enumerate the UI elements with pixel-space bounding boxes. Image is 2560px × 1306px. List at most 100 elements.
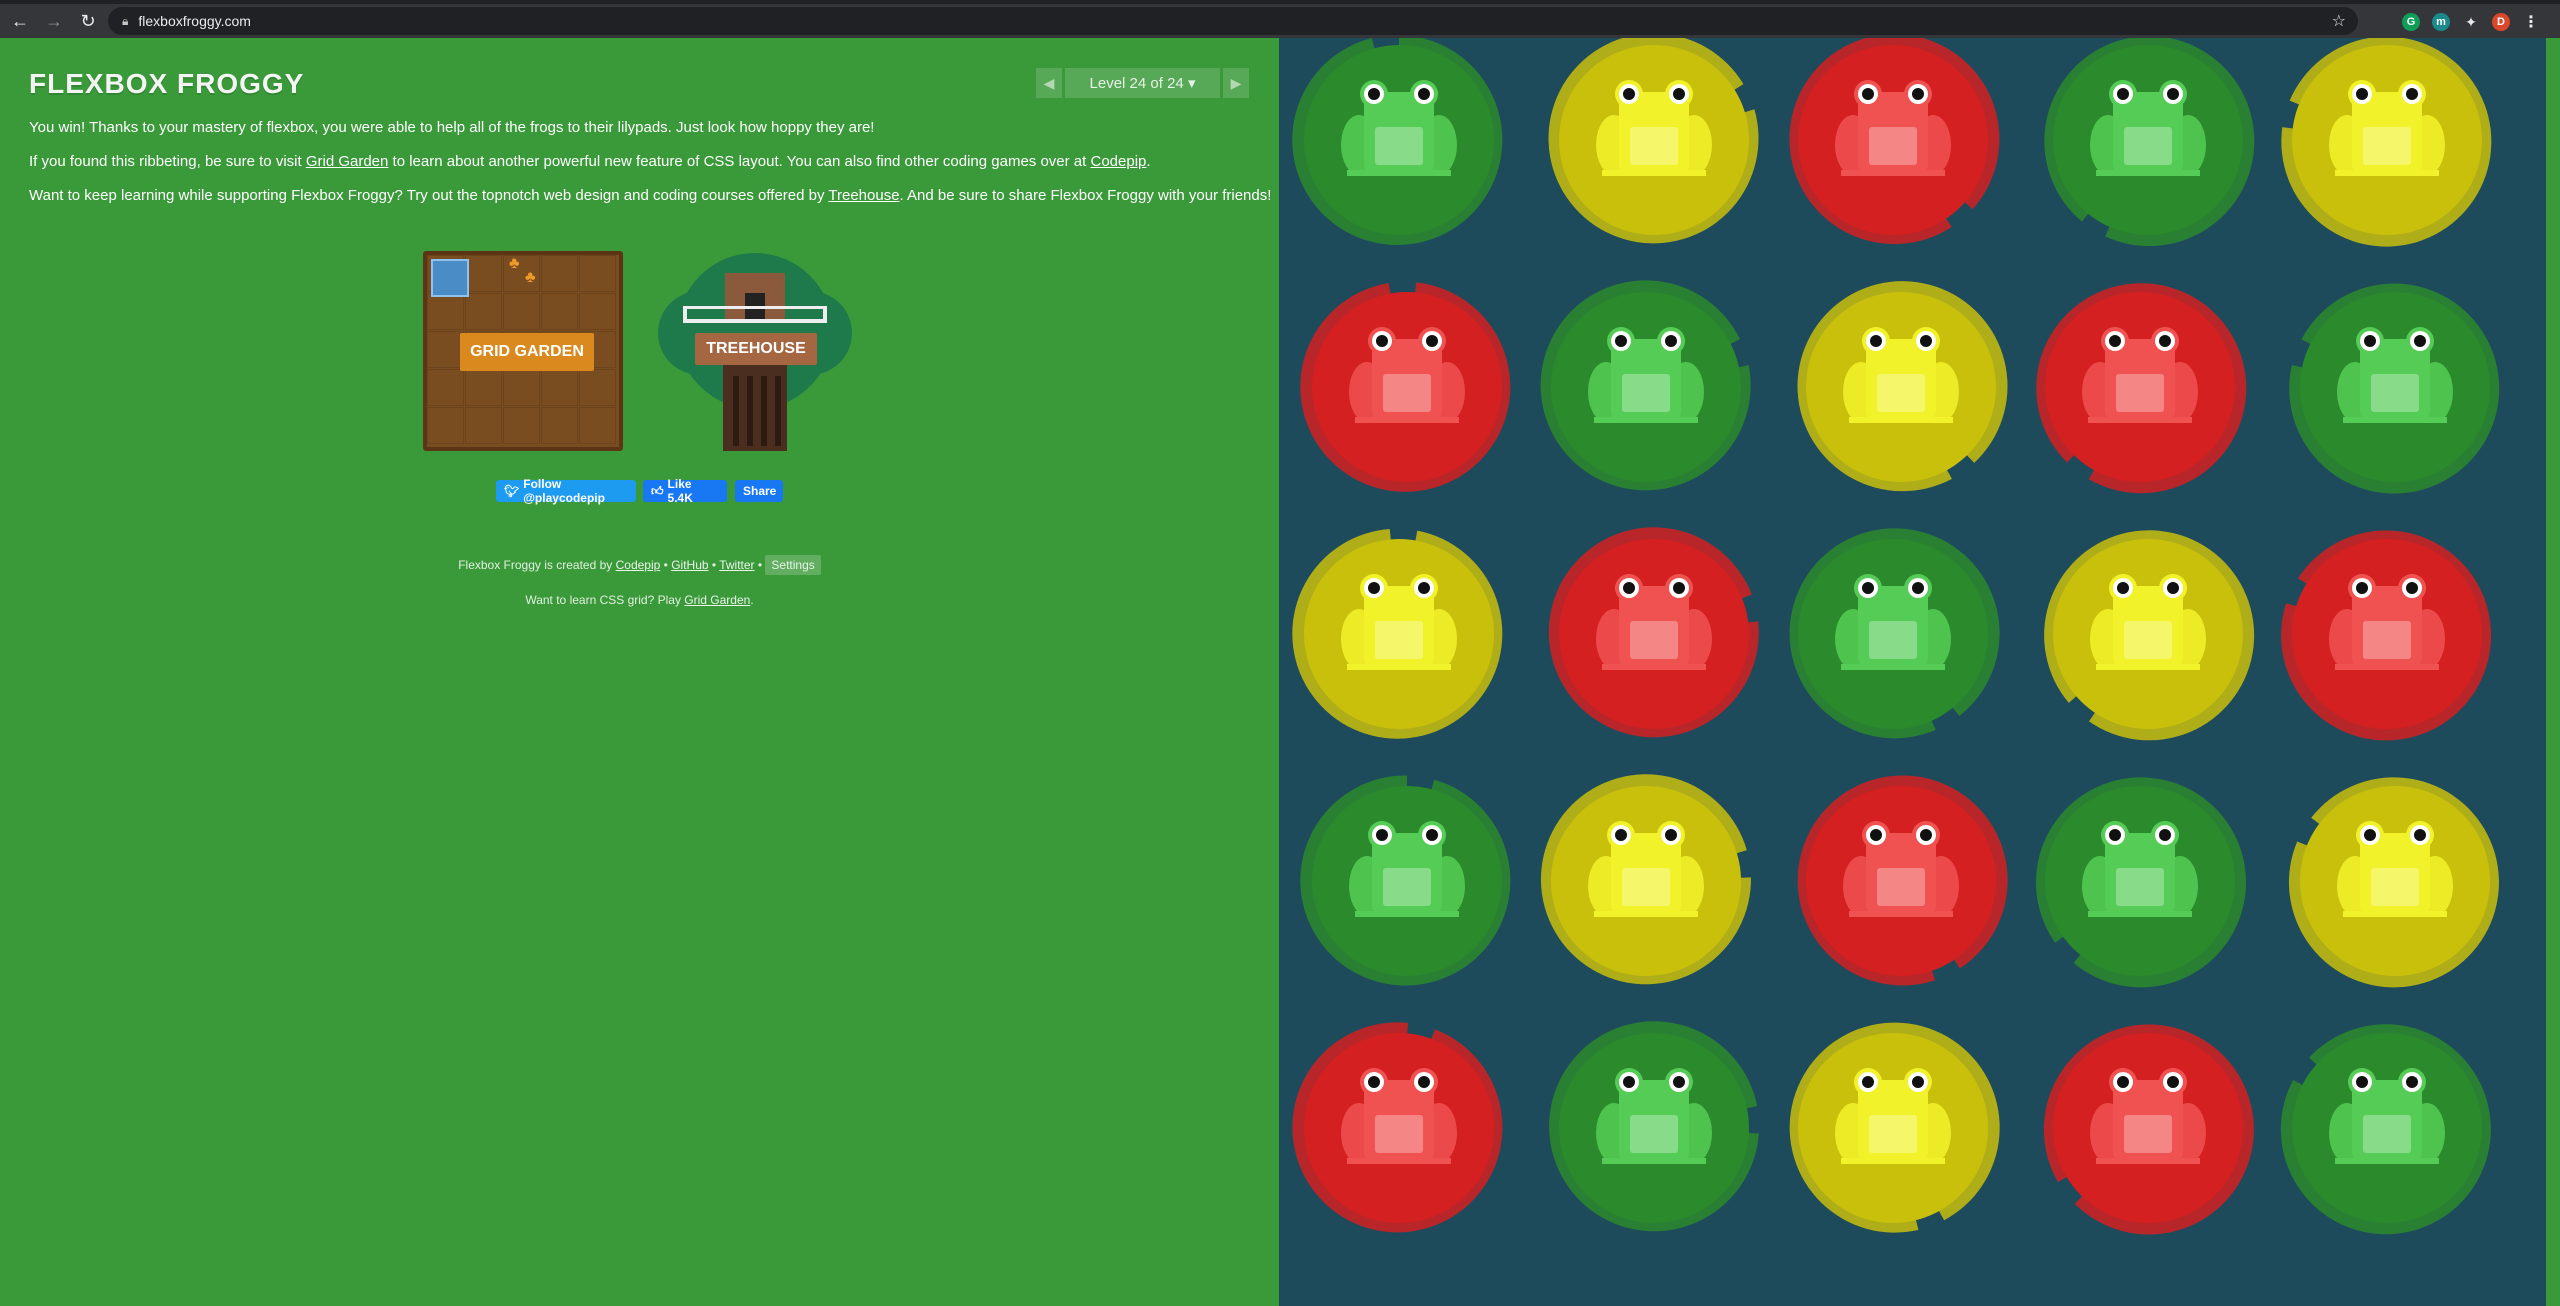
forward-icon[interactable]: → xyxy=(40,7,68,35)
garden-cell xyxy=(579,293,616,330)
garden-cell xyxy=(503,407,540,444)
grid-garden-play-link[interactable]: Grid Garden xyxy=(684,593,750,607)
browser-toolbar: ← → ↻ 🔒︎ flexboxfroggy.com ☆ G m ✦ D ⋮ xyxy=(0,4,2560,38)
grammarly-extension-icon[interactable]: G xyxy=(2402,13,2420,31)
extension-m-icon[interactable]: m xyxy=(2432,13,2450,31)
grid-garden-link[interactable]: Grid Garden xyxy=(306,153,389,170)
carrot-icon: ♣ xyxy=(525,269,536,286)
frog-green xyxy=(2082,821,2198,917)
address-bar[interactable]: 🔒︎ flexboxfroggy.com ☆ xyxy=(108,7,2358,35)
garden-cell xyxy=(427,331,464,368)
reload-icon[interactable]: ↻ xyxy=(74,7,102,35)
frog-yellow xyxy=(2329,80,2445,176)
scrollbar[interactable] xyxy=(2546,38,2560,1306)
like-label: Like 5.4K xyxy=(667,477,693,505)
lock-icon: 🔒︎ xyxy=(122,13,129,28)
grid-garden-paragraph: If you found this ribbeting, be sure to … xyxy=(29,152,1151,172)
twitter-follow-button[interactable]: 🐦︎ Follow @playcodepip xyxy=(496,477,636,505)
garden-cell xyxy=(579,369,616,406)
frog-yellow xyxy=(1843,327,1959,423)
frog-red xyxy=(2329,574,2445,670)
extensions-puzzle-icon[interactable]: ✦ xyxy=(2462,13,2480,31)
level-navigation: ◀ Level 24 of 24 ▾ ▶ xyxy=(1036,68,1249,98)
paragraph-text: If you found this ribbeting, be sure to … xyxy=(29,153,306,170)
frog-yellow xyxy=(2090,574,2206,670)
credits-text: Flexbox Froggy is created by xyxy=(458,558,616,572)
garden-cell xyxy=(503,293,540,330)
frog-green xyxy=(1596,1068,1712,1164)
settings-button[interactable]: Settings xyxy=(765,555,821,575)
frog-green xyxy=(1588,327,1704,423)
frog-red xyxy=(1341,1068,1457,1164)
twitter-link[interactable]: Twitter xyxy=(719,558,754,572)
codepip-link[interactable]: Codepip xyxy=(1091,153,1147,170)
next-level-button[interactable]: ▶ xyxy=(1223,68,1249,98)
garden-cell xyxy=(465,369,502,406)
frog-red xyxy=(1835,80,1951,176)
garden-cell xyxy=(579,255,616,292)
separator: • xyxy=(660,558,672,572)
garden-cell xyxy=(503,369,540,406)
frog-red xyxy=(2090,1068,2206,1164)
paragraph-text: Want to keep learning while supporting F… xyxy=(29,187,829,204)
level-indicator-dropdown[interactable]: Level 24 of 24 ▾ xyxy=(1065,68,1220,98)
treehouse-promo[interactable]: TREEHOUSE xyxy=(655,251,855,451)
treehouse-link[interactable]: Treehouse xyxy=(828,187,899,204)
garden-cell xyxy=(465,293,502,330)
thumbs-up-icon: 👍︎ xyxy=(651,483,664,498)
frog-green xyxy=(2329,1068,2445,1164)
frog-red xyxy=(1349,327,1465,423)
grid-garden-promo[interactable]: ♣ ♣ GRID GARDEN xyxy=(423,251,623,451)
separator: • xyxy=(708,558,720,572)
paragraph-text: . And be sure to share Flexbox Froggy wi… xyxy=(899,187,1272,204)
frog-yellow xyxy=(1341,574,1457,670)
frog-yellow xyxy=(1835,1068,1951,1164)
prompt-text: . xyxy=(750,593,754,607)
garden-cell xyxy=(427,293,464,330)
credits-codepip-link[interactable]: Codepip xyxy=(616,558,661,572)
facebook-like-button[interactable]: 👍︎ Like 5.4K xyxy=(643,477,727,505)
menu-kebab-icon[interactable]: ⋮ xyxy=(2522,13,2540,31)
garden-cell xyxy=(465,255,502,292)
previous-level-button[interactable]: ◀ xyxy=(1036,68,1062,98)
garden-cell xyxy=(465,407,502,444)
twitter-follow-label: Follow @playcodepip xyxy=(523,477,605,505)
back-icon[interactable]: ← xyxy=(6,7,34,35)
sidebar: FLEXBOX FROGGY ◀ Level 24 of 24 ▾ ▶ You … xyxy=(0,38,1279,1306)
prompt-text: Want to learn CSS grid? Play xyxy=(525,593,685,607)
bookmark-star-icon[interactable]: ☆ xyxy=(2332,11,2346,31)
garden-cell xyxy=(427,369,464,406)
profile-avatar[interactable]: D xyxy=(2492,13,2510,31)
grid-garden-button-label: GRID GARDEN xyxy=(460,333,594,371)
treehouse-button-label: TREEHOUSE xyxy=(695,333,817,365)
frog-green xyxy=(2337,327,2453,423)
frog-green xyxy=(1349,821,1465,917)
separator: • xyxy=(754,558,766,572)
url-text: flexboxfroggy.com xyxy=(138,13,251,29)
frog-yellow xyxy=(2337,821,2453,917)
garden-cell xyxy=(541,369,578,406)
frog-red xyxy=(1843,821,1959,917)
water-tile xyxy=(431,259,469,297)
paragraph-text: . xyxy=(1146,153,1151,170)
treehouse-paragraph: Want to keep learning while supporting F… xyxy=(29,186,1271,206)
paragraph-text: to learn about another powerful new feat… xyxy=(388,153,1091,170)
garden-cell xyxy=(541,293,578,330)
carrot-icon: ♣ xyxy=(509,255,520,272)
grid-garden-prompt: Want to learn CSS grid? Play Grid Garden… xyxy=(0,593,1279,607)
github-link[interactable]: GitHub xyxy=(671,558,708,572)
garden-cell xyxy=(579,407,616,444)
frog-red xyxy=(1596,574,1712,670)
frog-green xyxy=(1341,80,1457,176)
twitter-bird-icon: 🐦︎ xyxy=(504,484,520,498)
page: FLEXBOX FROGGY ◀ Level 24 of 24 ▾ ▶ You … xyxy=(0,38,2560,1306)
frog-yellow xyxy=(1588,821,1704,917)
garden-cell xyxy=(541,255,578,292)
garden-cell xyxy=(541,407,578,444)
facebook-share-button[interactable]: Share xyxy=(735,480,783,502)
frog-green xyxy=(2090,80,2206,176)
win-message: You win! Thanks to your mastery of flexb… xyxy=(29,119,875,136)
pond-board xyxy=(1279,38,2546,1306)
frog-yellow xyxy=(1596,80,1712,176)
credits: Flexbox Froggy is created by Codepip • G… xyxy=(0,555,1279,575)
